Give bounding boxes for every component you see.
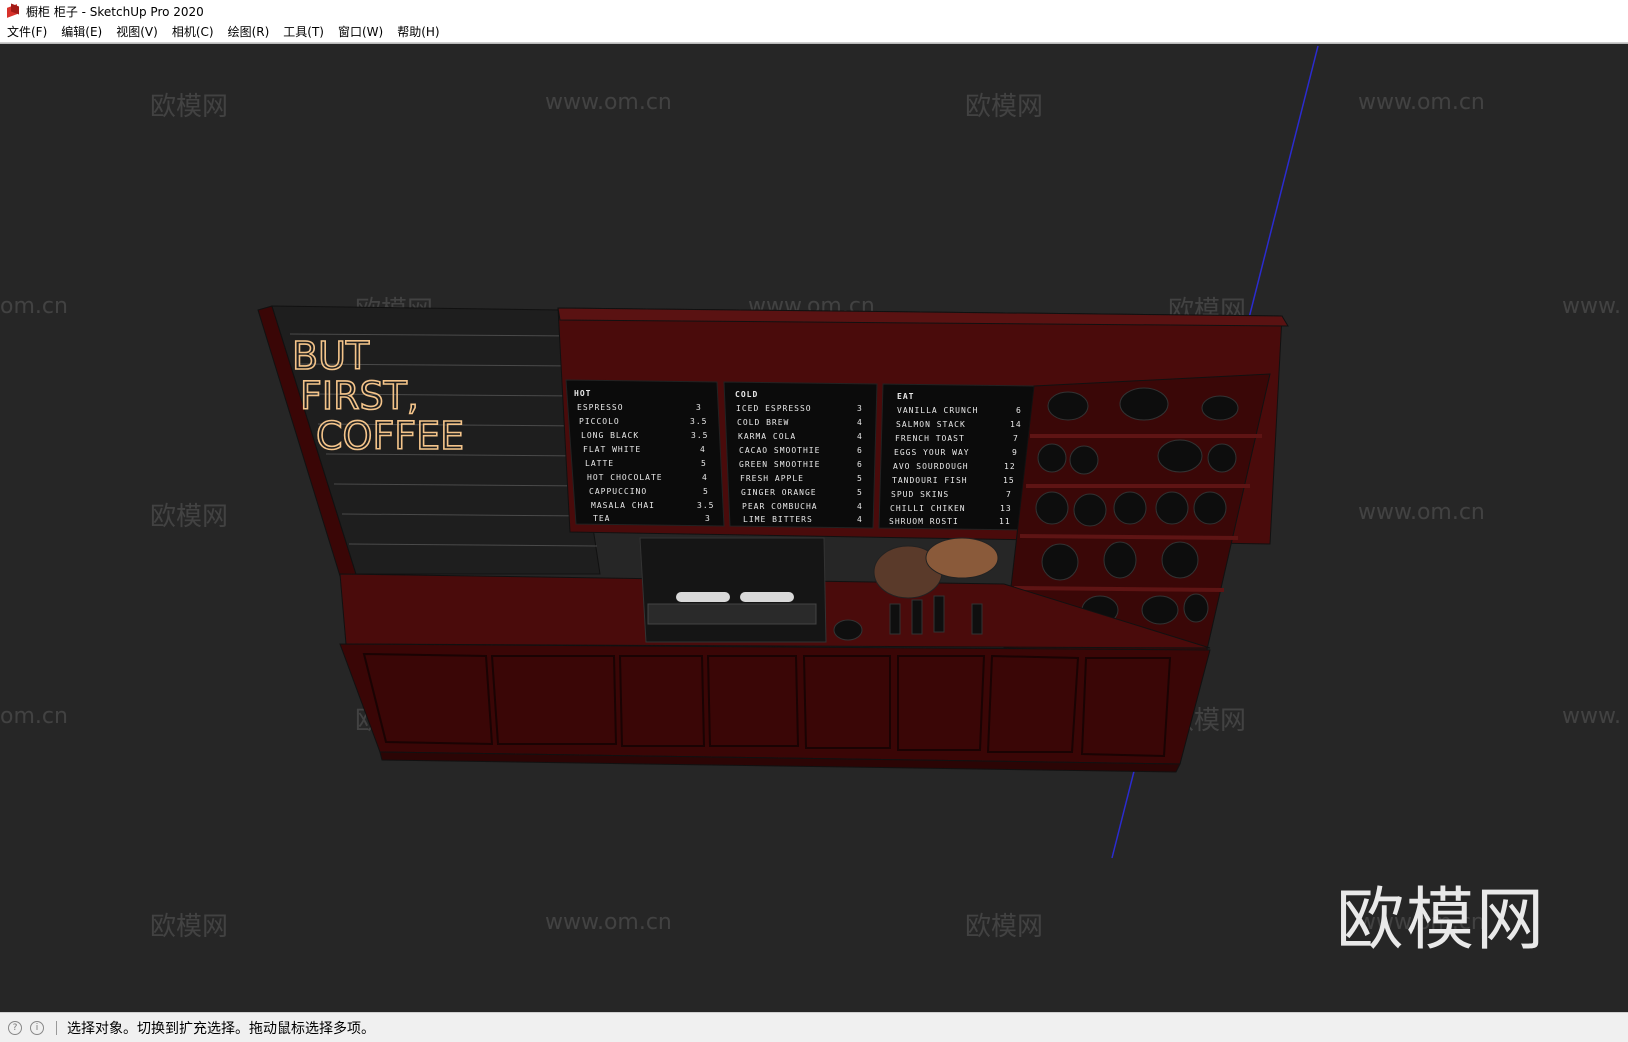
menu-item-price: 7: [1006, 490, 1012, 499]
menu-item-price: 5: [703, 487, 709, 496]
menu-heading: COLD: [735, 390, 758, 399]
menu-help[interactable]: 帮助(H): [390, 22, 446, 42]
menu-item-name: ICED ESPRESSO: [736, 404, 812, 413]
menu-item-price: 4: [700, 445, 706, 454]
menu-item-name: MASALA CHAI: [591, 501, 655, 510]
menu-item-name: KARMA COLA: [738, 432, 796, 441]
espresso-base: [647, 603, 817, 625]
menu-heading: HOT: [574, 389, 591, 398]
neon-line-1: BUT: [292, 334, 370, 378]
title-bar: 橱柜 柜子 - SketchUp Pro 2020: [0, 0, 1628, 22]
neon-line-2: FIRST,: [300, 374, 419, 418]
espresso-group-head: [740, 592, 794, 602]
menu-item-price: 6: [857, 460, 863, 469]
menu-item-price: 7: [1013, 434, 1019, 443]
menu-item-price: 3: [696, 403, 702, 412]
menu-item-price: 14: [1010, 420, 1022, 429]
menu-item-name: VANILLA CRUNCH: [897, 406, 978, 415]
menu-bar: 文件(F) 编辑(E) 视图(V) 相机(C) 绘图(R) 工具(T) 窗口(W…: [0, 22, 1628, 43]
menu-item-name: ESPRESSO: [577, 403, 624, 412]
menu-item-name: GINGER ORANGE: [741, 488, 817, 497]
menu-item-price: 4: [702, 473, 708, 482]
menu-item-price: 6: [1016, 406, 1022, 415]
menu-item-name: LATTE: [585, 459, 614, 468]
menu-item-price: 9: [1012, 448, 1018, 457]
menu-window[interactable]: 窗口(W): [331, 22, 390, 42]
menu-item-price: 15: [1003, 476, 1015, 485]
model-viewport[interactable]: 欧模网 www.om.cn 欧模网 www.om.cn om.cn 欧模网 ww…: [0, 43, 1628, 1013]
cutting-board: [925, 537, 999, 579]
menu-item-price: 3.5: [691, 431, 708, 440]
status-message: 选择对象。切换到扩充选择。拖动鼠标选择多项。: [67, 1020, 375, 1037]
menu-item-price: 3.5: [690, 417, 707, 426]
espresso-group-head: [676, 592, 730, 602]
menu-item-price: 4: [857, 515, 863, 524]
menu-item-price: 5: [701, 459, 707, 468]
menu-view[interactable]: 视图(V): [109, 22, 165, 42]
status-bar: ? i 选择对象。切换到扩充选择。拖动鼠标选择多项。: [0, 1012, 1628, 1042]
info-icon[interactable]: i: [30, 1020, 44, 1035]
menu-item-name: FLAT WHITE: [583, 445, 641, 454]
menu-item-name: COLD BREW: [737, 418, 789, 427]
menu-item-name: AVO SOURDOUGH: [893, 462, 969, 471]
menu-item-price: 4: [857, 502, 863, 511]
menu-item-price: 13: [1000, 504, 1012, 513]
menu-item-name: CHILLI CHIKEN: [890, 504, 966, 513]
menu-item-name: GREEN SMOOTHIE: [739, 460, 820, 469]
menu-heading: EAT: [897, 392, 914, 401]
menu-item-price: 3: [857, 404, 863, 413]
menu-item-price: 12: [1004, 462, 1016, 471]
menu-item-name: TANDOURI FISH: [892, 476, 968, 485]
menu-item-price: 4: [857, 418, 863, 427]
menu-item-price: 3.5: [697, 501, 714, 510]
watermark-logo: 欧模网: [1336, 881, 1547, 960]
menu-item-name: TEA: [593, 514, 610, 523]
menu-item-price: 5: [857, 474, 863, 483]
menu-item-price: 5: [857, 488, 863, 497]
sketchup-logo-icon: [6, 3, 20, 18]
menu-item-price: 6: [857, 446, 863, 455]
menu-item-name: LONG BLACK: [581, 431, 639, 440]
espresso-machine: [639, 537, 827, 643]
geolocation-icon[interactable]: ?: [8, 1020, 22, 1035]
menu-item-name: PEAR COMBUCHA: [742, 502, 818, 511]
menu-item-name: CACAO SMOOTHIE: [739, 446, 820, 455]
menu-item-name: FRESH APPLE: [740, 474, 804, 483]
menu-item-price: 4: [857, 432, 863, 441]
menu-item-name: PICCOLO: [579, 417, 620, 426]
menu-file[interactable]: 文件(F): [0, 22, 54, 42]
menu-draw[interactable]: 绘图(R): [221, 22, 277, 42]
menu-item-price: 3: [705, 514, 711, 523]
menu-item-name: SPUD SKINS: [891, 490, 949, 499]
menu-item-name: FRENCH TOAST: [895, 434, 965, 443]
menu-item-name: SHRUOM ROSTI: [889, 517, 959, 526]
menu-tools[interactable]: 工具(T): [276, 22, 331, 42]
menu-item-name: SALMON STACK: [896, 420, 966, 429]
menu-edit[interactable]: 编辑(E): [54, 22, 109, 42]
menu-camera[interactable]: 相机(C): [165, 22, 221, 42]
menu-item-price: 11: [999, 517, 1011, 526]
menu-item-name: CAPPUCCINO: [589, 487, 647, 496]
menu-item-name: HOT CHOCOLATE: [587, 473, 663, 482]
menu-item-name: LIME BITTERS: [743, 515, 813, 524]
menu-item-name: EGGS YOUR WAY: [894, 448, 970, 457]
status-divider: [56, 1020, 57, 1035]
neon-line-3: COFFEE: [316, 414, 464, 458]
window-title: 橱柜 柜子 - SketchUp Pro 2020: [26, 4, 204, 19]
